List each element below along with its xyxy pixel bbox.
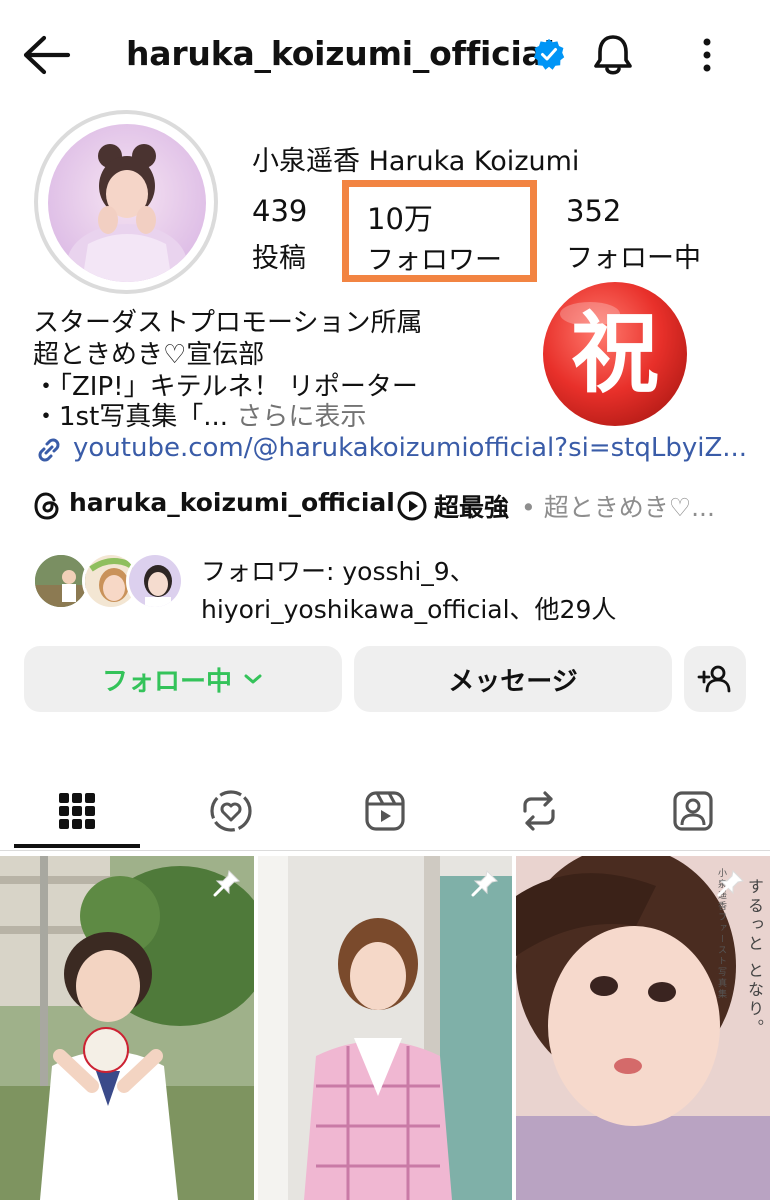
posts-label[interactable]: 投稿 xyxy=(252,236,306,275)
followed-by-line-1[interactable]: フォロワー: yosshi_9、 xyxy=(201,552,475,588)
pin-icon xyxy=(717,869,745,897)
message-button-label: メッセージ xyxy=(448,666,578,697)
tab-posts-grid[interactable] xyxy=(0,770,154,852)
bio-truncated-text: ・1st写真集「... xyxy=(33,402,229,432)
profile-username: haruka_koizumi_official xyxy=(126,34,555,73)
add-person-icon xyxy=(697,665,731,693)
pin-icon xyxy=(471,869,499,897)
display-name: 小泉遥香 Haruka Koizumi xyxy=(252,146,580,177)
following-count[interactable]: 352 xyxy=(566,194,621,228)
top-bar: haruka_koizumi_official xyxy=(0,0,770,110)
followed-by-line-2[interactable]: hiyori_yoshikawa_official、他29人 xyxy=(201,590,616,626)
tab-collab[interactable] xyxy=(154,770,308,852)
following-button[interactable]: フォロー中 xyxy=(24,646,342,712)
pin-icon xyxy=(213,869,241,897)
post-thumbnail-1[interactable] xyxy=(0,856,254,1200)
following-button-label: フォロー中 xyxy=(101,666,232,697)
see-more-link[interactable]: さらに表示 xyxy=(236,402,366,432)
repost-icon xyxy=(523,791,555,831)
post-caption: するっと となり。 xyxy=(745,878,764,1039)
celebration-text: 祝 xyxy=(571,302,659,405)
music-artist: • 超ときめき♡... xyxy=(521,493,715,522)
follower-avatar-3[interactable] xyxy=(126,552,184,610)
post-thumbnail-3[interactable]: 小泉遥香ファースト写真集 するっと となり。 xyxy=(516,856,770,1200)
notification-bell-icon[interactable] xyxy=(590,32,636,78)
tab-reels[interactable] xyxy=(308,770,462,852)
threads-icon xyxy=(34,492,59,520)
threads-handle[interactable]: haruka_koizumi_official xyxy=(69,488,395,517)
music-title[interactable]: 超最強 xyxy=(434,488,509,524)
celebration-emoji-badge: 祝 xyxy=(520,282,704,432)
message-button[interactable]: メッセージ xyxy=(354,646,672,712)
tabs-divider xyxy=(0,850,770,851)
following-label[interactable]: フォロー中 xyxy=(566,236,701,275)
post-thumbnail-2[interactable] xyxy=(258,856,512,1200)
profile-avatar[interactable] xyxy=(48,124,206,282)
chevron-down-icon xyxy=(244,674,262,684)
more-options-icon[interactable] xyxy=(692,34,722,78)
profile-tabs xyxy=(0,770,770,852)
active-tab-indicator xyxy=(14,844,140,848)
tab-tagged[interactable] xyxy=(616,770,770,852)
play-circle-icon xyxy=(397,491,427,521)
posts-count[interactable]: 439 xyxy=(252,194,307,228)
grid-icon xyxy=(59,793,95,829)
tab-reposts[interactable] xyxy=(462,770,616,852)
followers-highlight-box xyxy=(342,180,537,282)
back-arrow-icon[interactable] xyxy=(22,34,72,76)
reels-icon xyxy=(365,791,405,831)
verified-badge-icon xyxy=(533,38,565,70)
heart-circle-icon xyxy=(210,790,252,832)
tagged-person-icon xyxy=(673,791,713,831)
link-icon xyxy=(38,438,60,462)
suggest-people-button[interactable] xyxy=(684,646,746,712)
bio-line-4: ・1st写真集「... さらに表示 xyxy=(33,396,366,433)
profile-link-text[interactable]: youtube.com/@harukakoizumiofficial?si=st… xyxy=(73,433,747,463)
